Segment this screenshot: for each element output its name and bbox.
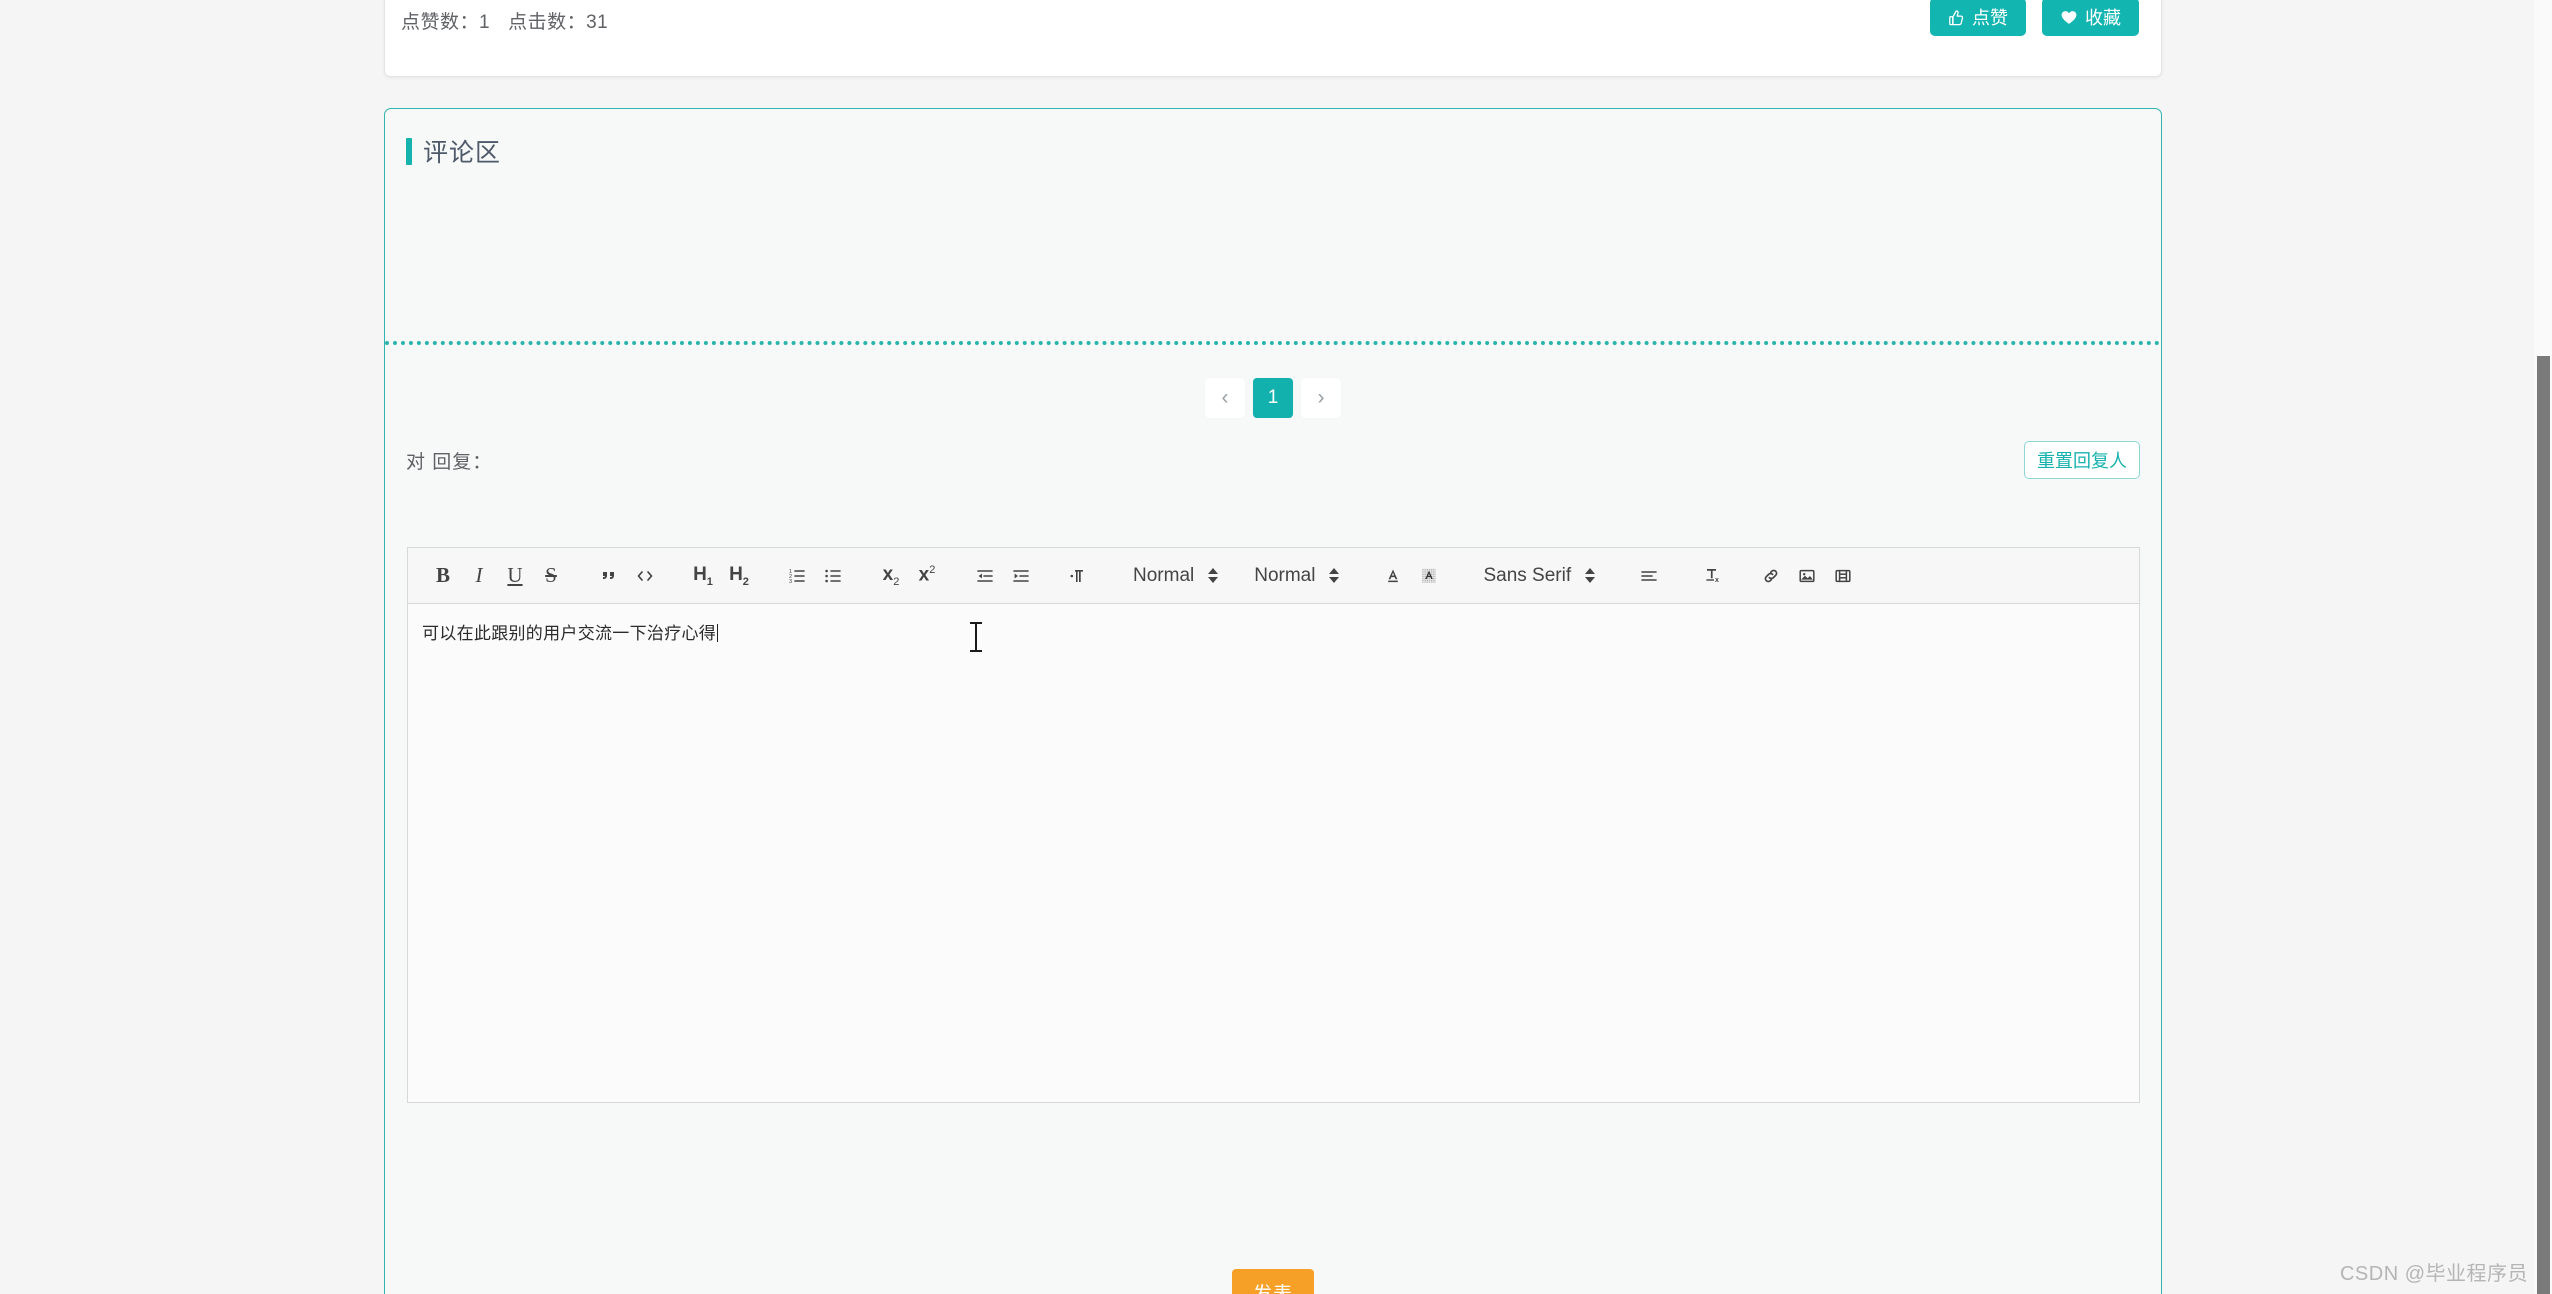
likes-label: 点赞数： [401,12,480,33]
pagination-next-button[interactable]: › [1301,378,1341,418]
page-scrollbar-thumb[interactable] [2537,356,2550,1294]
comments-section-title: 评论区 [406,133,501,169]
page-root: 点赞数：1 点击数：31 点赞 收藏 评论区 ‹ 1 › 对 回复： 重置回复人… [0,0,2552,1294]
comments-title-text: 评论区 [423,139,502,167]
video-icon[interactable] [1825,558,1861,594]
bold-button[interactable]: B [425,558,461,594]
outdent-icon[interactable] [967,558,1003,594]
thumbs-up-icon [1948,9,1965,26]
favorite-button-label: 收藏 [2085,8,2121,28]
reset-replier-button[interactable]: 重置回复人 [2024,441,2140,479]
like-button-label: 点赞 [1972,8,2008,28]
subscript-base: x [882,563,894,585]
comments-pagination: ‹ 1 › [385,378,2161,418]
views-label: 点击数： [508,12,587,33]
superscript-base: x [918,564,930,586]
bullet-list-icon[interactable] [815,558,851,594]
section-divider [385,341,2161,345]
page-gutter [0,0,384,1294]
heart-icon [2060,9,2078,26]
pagination-page-1[interactable]: 1 [1253,378,1293,418]
subscript-button[interactable]: x2 [873,558,909,594]
svg-text:3: 3 [789,578,792,584]
like-button[interactable]: 点赞 [1930,0,2026,36]
text-caret [717,624,719,642]
subscript-index: 2 [893,575,900,588]
mouse-text-cursor [969,620,983,654]
article-action-buttons: 点赞 收藏 [1930,0,2139,36]
superscript-button[interactable]: x2 [909,558,945,594]
italic-button[interactable]: I [461,558,497,594]
editor-toolbar: B I U S H1 H2 1 2 3 x2 x2 Normal Normal … [407,547,2140,603]
comments-card: 评论区 ‹ 1 › 对 回复： 重置回复人 B I U S H1 H2 1 2 … [384,108,2162,1294]
pagination-prev-button[interactable]: ‹ [1205,378,1245,418]
font-picker[interactable]: Sans Serif [1469,558,1596,594]
reply-target-row: 对 回复： 重置回复人 [406,441,2140,481]
svg-text:x: x [1715,577,1719,584]
header-2-button[interactable]: H2 [721,558,757,594]
title-accent-bar [406,137,412,165]
header-2-subscript: 2 [742,575,749,588]
editor-text: 可以在此跟别的用户交流一下治疗心得 [422,624,717,643]
csdn-watermark: CSDN @毕业程序员 [2339,1263,2528,1285]
size-picker[interactable]: Normal [1119,558,1219,594]
background-color-icon[interactable] [1411,558,1447,594]
header-picker-arrows-icon [1329,568,1340,583]
size-picker-label: Normal [1133,564,1195,586]
font-picker-arrows-icon [1585,568,1596,583]
indent-icon[interactable] [1003,558,1039,594]
text-direction-icon[interactable] [1061,558,1097,594]
editor-paragraph: 可以在此跟别的用户交流一下治疗心得 [422,620,2125,647]
header-picker-label: Normal [1254,564,1316,586]
article-stats: 点赞数：1 点击数：31 [401,7,608,34]
link-icon[interactable] [1753,558,1789,594]
favorite-button[interactable]: 收藏 [2042,0,2139,36]
views-value: 31 [586,12,609,33]
ordered-list-icon[interactable]: 1 2 3 [779,558,815,594]
header-picker[interactable]: Normal [1240,558,1340,594]
likes-value: 1 [479,12,491,33]
publish-row: 发表 [385,1269,2161,1294]
text-color-icon[interactable] [1375,558,1411,594]
page-scrollbar-track[interactable] [2534,0,2552,1294]
article-stats-card: 点赞数：1 点击数：31 点赞 收藏 [384,0,2162,77]
editor-content-area[interactable]: 可以在此跟别的用户交流一下治疗心得 [407,603,2140,1103]
code-icon[interactable] [627,558,663,594]
reply-target-label: 对 回复： [406,452,493,473]
underline-button[interactable]: U [497,558,533,594]
header-1-button[interactable]: H1 [685,558,721,594]
image-icon[interactable] [1789,558,1825,594]
align-icon[interactable] [1631,558,1667,594]
strikethrough-button[interactable]: S [533,558,569,594]
clear-format-icon[interactable]: x [1695,558,1731,594]
comment-editor: B I U S H1 H2 1 2 3 x2 x2 Normal Normal … [407,547,2140,1103]
publish-button[interactable]: 发表 [1232,1269,1314,1294]
blockquote-icon[interactable] [591,558,627,594]
font-picker-label: Sans Serif [1483,564,1572,586]
superscript-index: 2 [929,564,936,577]
header-1-subscript: 1 [706,575,713,588]
size-picker-arrows-icon [1208,568,1219,583]
